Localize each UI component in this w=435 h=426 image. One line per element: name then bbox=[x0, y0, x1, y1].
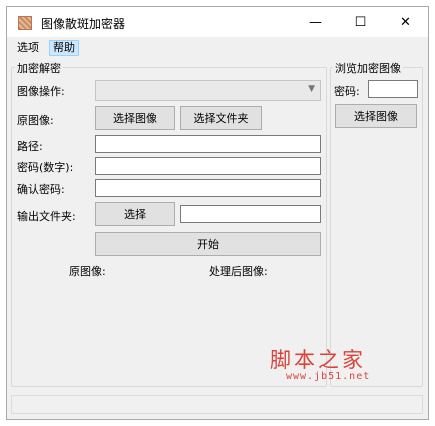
minimize-button[interactable]: — bbox=[293, 7, 338, 37]
title-bar: 图像散斑加密器 — ☐ ✕ bbox=[7, 7, 428, 37]
browse-select-image-button[interactable]: 选择图像 bbox=[335, 104, 417, 128]
original-image-label: 原图像: bbox=[17, 114, 54, 127]
browse-password-label: 密码: bbox=[334, 85, 360, 98]
maximize-icon: ☐ bbox=[354, 14, 367, 30]
browse-password-input[interactable] bbox=[368, 80, 418, 98]
password-input[interactable] bbox=[95, 157, 321, 175]
encrypt-group-title: 加密解密 bbox=[15, 60, 63, 76]
path-label: 路径: bbox=[17, 140, 43, 153]
close-button[interactable]: ✕ bbox=[383, 7, 428, 37]
image-operation-select[interactable]: ▼ bbox=[95, 80, 321, 101]
output-folder-input[interactable] bbox=[180, 205, 321, 223]
start-button[interactable]: 开始 bbox=[95, 232, 321, 256]
select-folder-button[interactable]: 选择文件夹 bbox=[180, 106, 262, 130]
status-bar bbox=[11, 395, 423, 414]
menu-help[interactable]: 帮助 bbox=[49, 40, 79, 56]
original-preview-label: 原图像: bbox=[69, 265, 106, 278]
output-folder-label: 输出文件夹: bbox=[17, 210, 76, 223]
maximize-button[interactable]: ☐ bbox=[338, 7, 383, 37]
confirm-password-input[interactable] bbox=[95, 179, 321, 197]
path-input[interactable] bbox=[95, 135, 321, 153]
confirm-password-label: 确认密码: bbox=[17, 183, 65, 196]
output-folder-select-button[interactable]: 选择 bbox=[95, 202, 175, 226]
watermark-url: www.jb51.net bbox=[286, 371, 371, 382]
minimize-icon: — bbox=[309, 14, 322, 30]
image-operation-label: 图像操作: bbox=[17, 85, 65, 98]
browse-group-title: 浏览加密图像 bbox=[333, 60, 403, 76]
menu-bar: 选项 帮助 bbox=[7, 38, 428, 58]
select-image-button[interactable]: 选择图像 bbox=[95, 106, 175, 130]
menu-options[interactable]: 选项 bbox=[14, 40, 42, 56]
window-title: 图像散斑加密器 bbox=[41, 17, 126, 31]
close-icon: ✕ bbox=[400, 14, 411, 30]
watermark-text: 脚本之家 bbox=[270, 348, 366, 372]
processed-preview-label: 处理后图像: bbox=[209, 265, 268, 278]
app-icon bbox=[18, 16, 32, 30]
password-label: 密码(数字): bbox=[17, 161, 74, 174]
chevron-down-icon: ▼ bbox=[308, 84, 315, 94]
